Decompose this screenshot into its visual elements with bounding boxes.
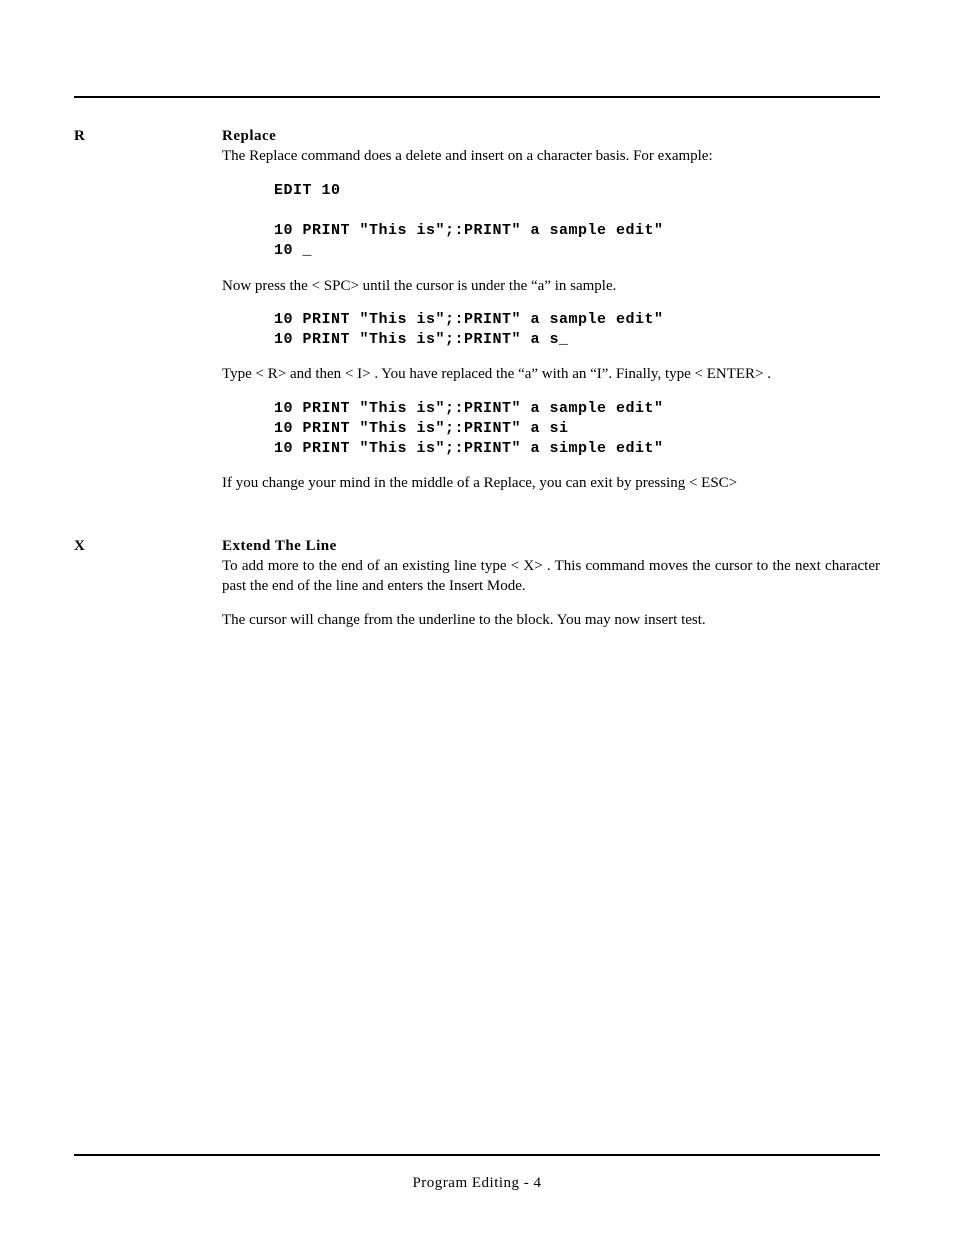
paragraph: The Replace command does a delete and in…	[222, 146, 880, 166]
section-title: Extend The Line	[222, 536, 880, 556]
paragraph: To add more to the end of an existing li…	[222, 556, 880, 597]
bottom-rule	[74, 1154, 880, 1156]
code-block: 10 PRINT "This is";:PRINT" a sample edit…	[274, 399, 880, 460]
section-body: Extend The LineTo add more to the end of…	[222, 536, 880, 645]
paragraph: Now press the < SPC> until the cursor is…	[222, 276, 880, 296]
paragraph: The cursor will change from the underlin…	[222, 610, 880, 630]
content: RReplaceThe Replace command does a delet…	[74, 126, 880, 645]
paragraph: Type < R> and then < I> . You have repla…	[222, 364, 880, 384]
footer: Program Editing - 4	[0, 1173, 954, 1193]
section-body: ReplaceThe Replace command does a delete…	[222, 126, 880, 508]
section: XExtend The LineTo add more to the end o…	[74, 536, 880, 645]
paragraph: If you change your mind in the middle of…	[222, 473, 880, 493]
code-block: EDIT 10 10 PRINT "This is";:PRINT" a sam…	[274, 181, 880, 262]
code-block: 10 PRINT "This is";:PRINT" a sample edit…	[274, 310, 880, 351]
section: RReplaceThe Replace command does a delet…	[74, 126, 880, 508]
page: RReplaceThe Replace command does a delet…	[0, 0, 954, 1235]
section-title: Replace	[222, 126, 880, 146]
section-key: R	[74, 126, 222, 146]
section-key: X	[74, 536, 222, 556]
top-rule	[74, 96, 880, 98]
